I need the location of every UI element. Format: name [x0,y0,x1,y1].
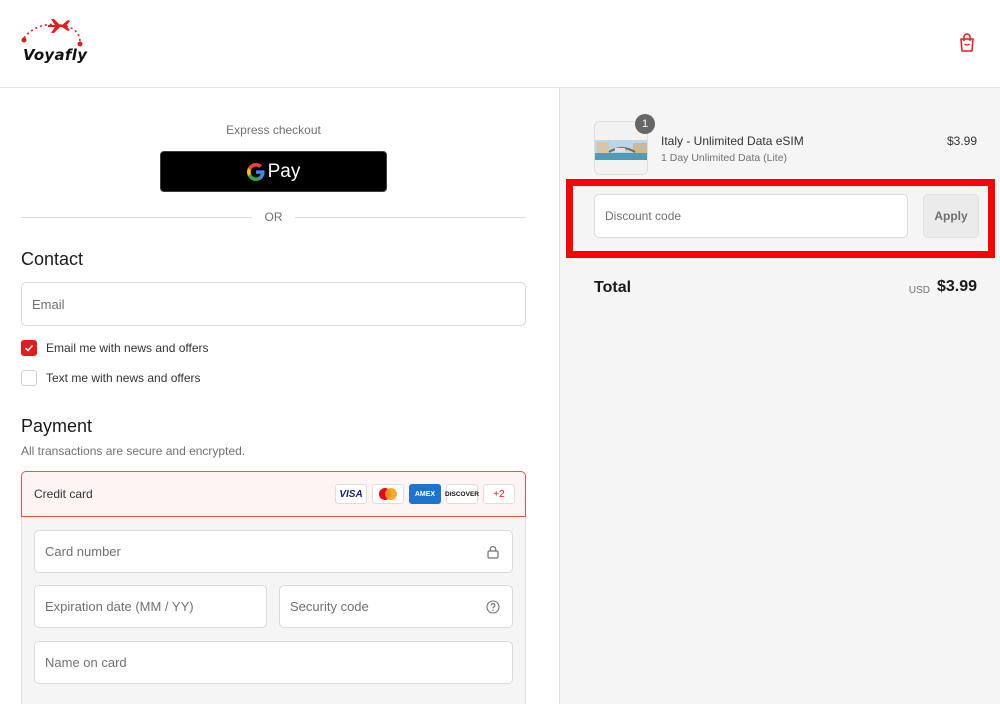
amex-icon: AMEX [409,484,441,504]
express-checkout-label: Express checkout [226,123,321,137]
card-number-field[interactable] [34,530,513,573]
contact-title: Contact [21,249,84,269]
payment-title: Payment [21,416,93,436]
credit-card-form [21,517,526,704]
checkbox-checked[interactable] [21,340,37,356]
shopping-bag-icon[interactable] [956,32,978,54]
product-name: Italy - Unlimited Data eSIM [661,134,804,148]
order-summary: 1 Italy - Unlimited Data eSIM 1 Day Unli… [559,88,1000,704]
expiration-date-field[interactable] [34,585,267,628]
total-label: Total [594,279,632,296]
email-news-label: Email me with news and offers [46,341,209,355]
or-divider: OR [21,210,526,224]
google-pay-label: Pay [267,160,301,182]
payment-subtitle: All transactions are secure and encrypte… [21,444,246,458]
credit-card-option[interactable]: Credit card VISA AMEX DISCOVER +2 [21,471,526,517]
logo-wordmark: Voyafly [23,46,88,64]
product-price: $3.99 [946,134,977,148]
mastercard-icon [372,484,404,504]
discover-icon: DISCOVER [445,484,479,504]
email-news-checkbox[interactable]: Email me with news and offers [21,340,209,356]
checkbox-unchecked[interactable] [21,370,37,386]
total-amount: $3.99 [936,278,977,295]
credit-card-label: Credit card [34,487,93,501]
airplane-logo-icon [21,19,83,47]
visa-icon: VISA [335,484,367,504]
quantity-badge: 1 [635,114,655,134]
email-field[interactable] [21,282,526,326]
help-circle-icon[interactable] [486,600,500,614]
card-brand-list: VISA AMEX DISCOVER +2 [330,484,515,504]
checkout-form: Express checkout Pay OR Contact Email me… [0,88,559,704]
security-code-field[interactable] [279,585,513,628]
check-icon [24,344,34,352]
header: Voyafly [0,0,1000,88]
lock-icon [487,545,499,559]
google-g-icon [246,162,265,181]
name-on-card-field[interactable] [34,641,513,684]
google-pay-button[interactable]: Pay [160,151,387,192]
apply-button[interactable]: Apply [923,194,979,238]
text-news-label: Text me with news and offers [46,371,201,385]
voyafly-logo[interactable]: Voyafly [18,16,88,72]
total-currency: USD [908,285,930,296]
more-cards-badge: +2 [483,484,515,504]
or-label: OR [264,210,283,224]
product-variant: 1 Day Unlimited Data (Lite) [661,152,788,164]
discount-code-field[interactable] [594,194,908,238]
text-news-checkbox[interactable]: Text me with news and offers [21,370,201,386]
